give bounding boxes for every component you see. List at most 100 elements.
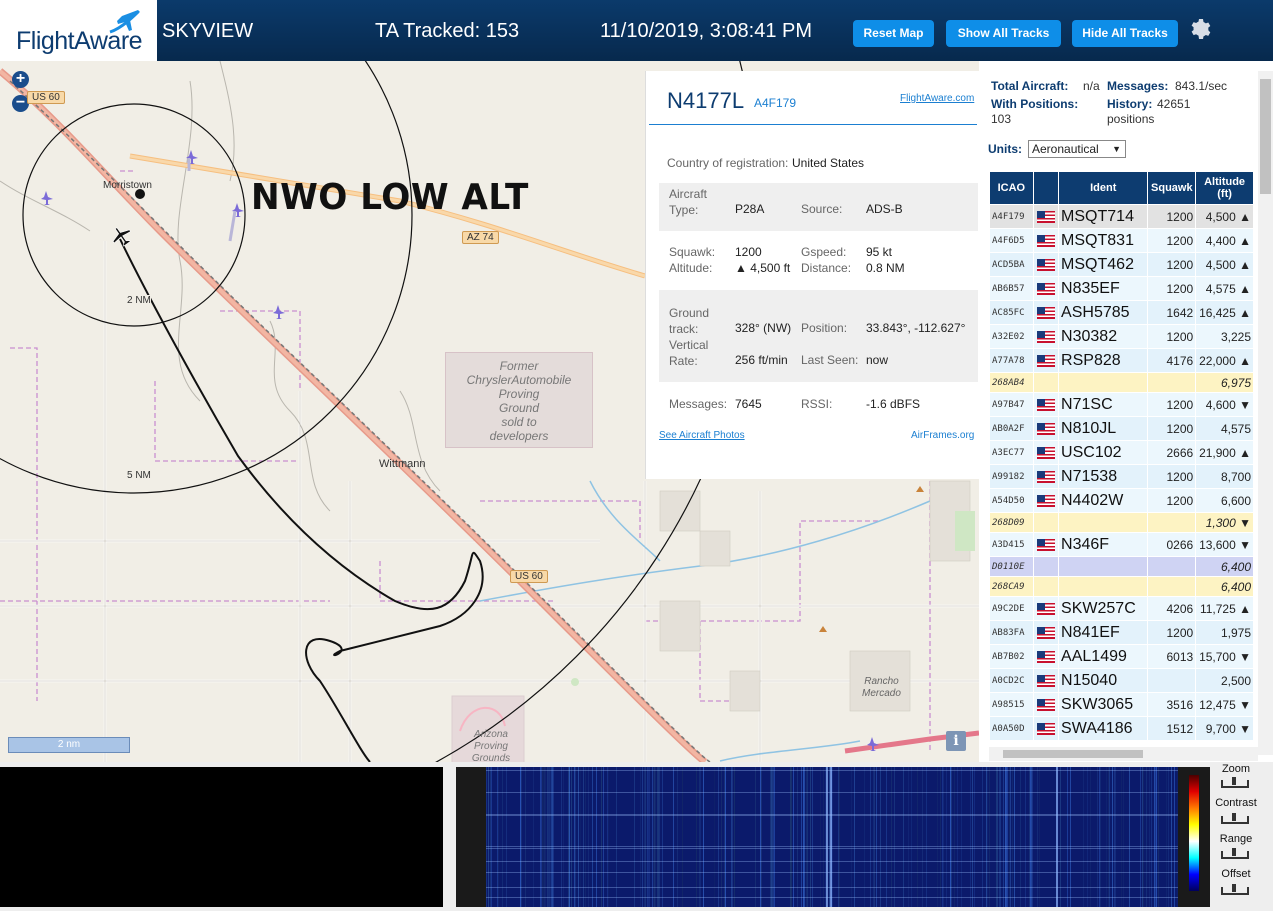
table-row[interactable]: A9C2DE SKW257C 4206 11,725 ▲ (990, 597, 1253, 620)
reset-map-button[interactable]: Reset Map (853, 20, 934, 47)
spectrum-row (486, 887, 1178, 888)
table-row[interactable]: A77A78 RSP828 4176 22,000 ▲ (990, 349, 1253, 372)
table-row[interactable]: ACD5BA MSQT462 1200 4,500 ▲ (990, 253, 1253, 276)
altitude-cell: 21,900 ▲ (1196, 441, 1253, 464)
spectrum-line (486, 767, 487, 907)
table-row[interactable]: A4F6D5 MSQT831 1200 4,400 ▲ (990, 229, 1253, 252)
spectrum-line (700, 767, 701, 907)
squawk-cell: 1200 (1148, 621, 1196, 644)
spectrum-line (649, 767, 650, 907)
ta-tracked: TA Tracked: 153 (375, 20, 520, 42)
show-all-tracks-button[interactable]: Show All Tracks (946, 20, 1061, 47)
table-row[interactable]: A4F179 MSQT714 1200 4,500 ▲ (990, 205, 1253, 228)
logo[interactable]: FlightAware (0, 0, 157, 61)
flag-cell (1033, 325, 1059, 348)
spectrum-line (506, 767, 507, 907)
table-row[interactable]: A54D50 N4402W 1200 6,600 (990, 489, 1253, 512)
spectrum-line (568, 767, 569, 907)
spectrum-line (1115, 767, 1116, 907)
table-row[interactable]: 268D09 1,300 ▼ (990, 513, 1253, 532)
col-icao[interactable]: ICAO (990, 172, 1033, 204)
table-row[interactable]: AB6B57 N835EF 1200 4,575 ▲ (990, 277, 1253, 300)
col-squawk[interactable]: Squawk (1148, 172, 1196, 204)
table-row[interactable]: D0110E 6,400 (990, 557, 1253, 576)
horizontal-scrollbar[interactable] (989, 747, 1258, 761)
icao-cell: A97B47 (990, 393, 1033, 416)
col-altitude[interactable]: Altitude (ft) (1196, 172, 1253, 204)
offset-slider[interactable] (1221, 884, 1249, 895)
spectrum-line (545, 767, 546, 907)
scroll-thumb[interactable] (1260, 79, 1271, 194)
contrast-label: Contrast (1215, 797, 1257, 809)
info-icon[interactable]: i (946, 731, 966, 751)
flag-cell (1033, 393, 1059, 416)
table-row[interactable]: A0A50D SWA4186 1512 9,700 ▼ (990, 717, 1253, 740)
road-shield: US 60 (510, 570, 548, 583)
offset-label: Offset (1221, 868, 1251, 880)
table-row[interactable]: 268AB4 6,975 (990, 373, 1253, 392)
zoom-label: Zoom (1221, 763, 1251, 775)
position-label: Position: (801, 321, 848, 335)
table-row[interactable]: A97B47 N71SC 1200 4,600 ▼ (990, 393, 1253, 416)
table-row[interactable]: A99182 N71538 1200 8,700 (990, 465, 1253, 488)
spectrum-line (870, 767, 871, 907)
altitude-cell: 8,700 (1196, 465, 1253, 488)
area-line: developers (489, 429, 549, 443)
spectrum-line (812, 767, 813, 907)
spectrum-line (497, 767, 498, 907)
spectrum-line (797, 767, 798, 907)
messages-value: 7645 (735, 397, 762, 411)
us-flag-icon (1036, 330, 1055, 343)
spectrum-line (989, 767, 990, 907)
scroll-thumb[interactable] (1003, 750, 1143, 758)
last-seen-label: Last Seen: (801, 353, 859, 367)
spectrum-row (486, 815, 1178, 816)
spectrum-row (486, 861, 1178, 862)
zoom-in-icon[interactable]: + (12, 71, 29, 88)
spectrum-line (770, 767, 771, 907)
spectrum-line (578, 767, 579, 907)
flag-cell (1033, 717, 1059, 740)
spectrum-line (1060, 767, 1061, 907)
range-slider[interactable] (1221, 848, 1249, 859)
spectrum-line (950, 767, 951, 907)
flightaware-link[interactable]: FlightAware.com (900, 93, 974, 104)
table-row[interactable]: A0CD2C N15040 2,500 (990, 669, 1253, 692)
total-aircraft-value: n/a (1083, 79, 1100, 93)
spectrum-line (1030, 767, 1031, 907)
table-row[interactable]: AB0A2F N810JL 1200 4,575 (990, 417, 1253, 440)
vertical-scrollbar[interactable] (1258, 71, 1273, 755)
altitude-cell: 4,500 ▲ (1196, 253, 1253, 276)
hide-all-tracks-button[interactable]: Hide All Tracks (1072, 20, 1178, 47)
spectrum-line (1032, 767, 1033, 907)
table-row[interactable]: 268CA9 6,400 (990, 577, 1253, 596)
col-ident[interactable]: Ident (1059, 172, 1148, 204)
altitude-cell: 1,300 ▼ (1196, 513, 1253, 532)
altitude-cell: 4,600 ▼ (1196, 393, 1253, 416)
units-select[interactable]: Aeronautical ▼ (1028, 140, 1126, 158)
col-flag[interactable] (1033, 172, 1059, 204)
spectrum-line (820, 767, 821, 907)
table-row[interactable]: A32E02 N30382 1200 3,225 (990, 325, 1253, 348)
gear-icon[interactable] (1189, 17, 1213, 41)
aircraft-photos-link[interactable]: See Aircraft Photos (659, 430, 745, 441)
altitude-cell: 12,475 ▼ (1196, 693, 1253, 716)
table-row[interactable]: AB7B02 AAL1499 6013 15,700 ▼ (990, 645, 1253, 668)
airframes-link[interactable]: AirFrames.org (911, 430, 974, 441)
table-row[interactable]: A3EC77 USC102 2666 21,900 ▲ (990, 441, 1253, 464)
table-row[interactable]: A3D415 N346F 0266 13,600 ▼ (990, 533, 1253, 556)
spectrum-line (603, 767, 604, 907)
spectrum-line (1100, 767, 1101, 907)
spectrum-line (561, 767, 562, 907)
altitude-cell: 1,975 (1196, 621, 1253, 644)
table-row[interactable]: AC85FC ASH5785 1642 16,425 ▲ (990, 301, 1253, 324)
zoom-slider[interactable] (1221, 777, 1249, 788)
table-row[interactable]: AB83FA N841EF 1200 1,975 (990, 621, 1253, 644)
spectrum-line (547, 767, 548, 907)
spectrum-line (544, 767, 545, 907)
map-overlay-label: NWO LOW ALT (251, 177, 529, 218)
contrast-slider[interactable] (1221, 813, 1249, 824)
sidebar: Total Aircraft: n/a Messages: 843.1/sec … (979, 61, 1273, 762)
table-row[interactable]: A98515 SKW3065 3516 12,475 ▼ (990, 693, 1253, 716)
spectrum-line (607, 767, 608, 907)
